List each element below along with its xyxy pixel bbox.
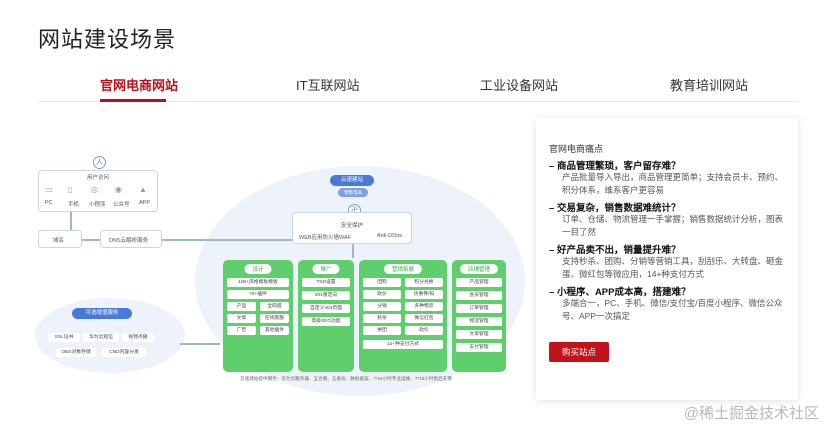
- official-account-icon: ◉: [115, 185, 122, 194]
- card-item: 产品管理: [456, 278, 502, 287]
- pain-point-desc: 多端合一，PC、手机、微信/支付宝/百度小程序、微信公众号、APP一次搞定: [562, 298, 783, 321]
- waf-label: WEB应用防火墙WAF: [299, 235, 352, 241]
- miniprogram-icon: ◎: [91, 185, 98, 194]
- dns-box: DNS云解析服务: [100, 230, 162, 248]
- user-access-title: 用户访问: [87, 175, 110, 181]
- security-title: 安全保护: [341, 223, 364, 229]
- card-item: 70+插件: [227, 290, 289, 299]
- connector-arrow: [180, 343, 220, 345]
- device-pc: PC: [45, 200, 53, 206]
- card-item: 产品: [227, 302, 256, 311]
- scene-tabs: 官网电商网站 IT互联网站 工业设备网站 教育培训网站: [38, 62, 798, 102]
- device-app: APP: [139, 200, 151, 206]
- pc-icon: ▭: [45, 185, 53, 194]
- card-item: 拼团: [363, 326, 401, 335]
- card-item: 秒杀: [363, 314, 401, 323]
- pain-points-panel: 官网电商痛点 – 商品管理繁琐，客户留存难？ 产品批量导入导出，商品管理更简单；…: [536, 118, 798, 400]
- pain-point-desc: 订单、仓储、物流管理一手掌握；销售数据统计分析，图表一目了然: [562, 214, 784, 237]
- card-item: 会员管理: [456, 291, 502, 300]
- card-item: 全码搭: [260, 302, 289, 311]
- pain-point-title: – 好产品卖不出，销量提升难？: [549, 245, 681, 256]
- store-card-head: 店铺管理: [459, 264, 499, 274]
- service-item: SSL证书: [48, 333, 80, 342]
- dns-label: DNS云解析服务: [109, 238, 149, 244]
- pain-point-title: – 交易复杂，销售数据难统计？: [549, 203, 681, 214]
- connector-arrow: [162, 239, 292, 241]
- card-item: 多种物流: [405, 302, 443, 311]
- design-card: 设计 100+风格模板模板 70+插件 产品 全码搭 文章 在线客服 广告 其他…: [223, 260, 293, 372]
- panel-title: 官网电商痛点: [549, 144, 604, 154]
- card-item: 砍价: [405, 326, 443, 335]
- service-item: OBS对象存储: [56, 348, 96, 357]
- user-icon: 人: [93, 156, 106, 169]
- service-item: CND内容分发: [102, 348, 146, 357]
- tab-it-internet[interactable]: IT互联网站: [296, 75, 360, 94]
- card-item: 微信红包: [405, 314, 443, 323]
- promotion-card-head: 推广: [312, 264, 340, 274]
- pain-point-title: – 商品管理繁琐，客户留存难？: [549, 161, 681, 172]
- card-item: 在线客服: [260, 314, 289, 323]
- watermark: @稀土掘金技术社区: [683, 405, 819, 422]
- service-item: 视频点播: [122, 333, 154, 342]
- domain-label: 域名: [53, 238, 65, 244]
- architecture-diagram: 人 用户访问 ▭ ▯ ◎ ◉ ▲ PC 手机 小程序 公众号 APP 域名 DN…: [30, 148, 535, 396]
- tab-ecommerce[interactable]: 官网电商网站: [100, 75, 178, 94]
- card-item: TKD设置: [302, 278, 350, 287]
- card-item: 订单管理: [456, 304, 502, 313]
- tab-education[interactable]: 教育培训网站: [670, 75, 748, 94]
- app-icon: ▲: [139, 185, 147, 194]
- card-item: 14+种支付方式: [363, 340, 443, 349]
- card-item: 其他插件: [260, 326, 289, 335]
- device-miniprogram: 小程序: [89, 202, 106, 208]
- promotion-card: 推广 TKD设置 301重定向 自定义404页面 高级SEO功能: [298, 260, 354, 372]
- tab-industrial[interactable]: 工业设备网站: [480, 75, 558, 94]
- security-box: 安全保护 WEB应用防火墙WAF Anti-DDos: [292, 212, 412, 244]
- design-card-head: 设计: [244, 264, 272, 274]
- buy-site-button[interactable]: 购买站点: [549, 342, 609, 362]
- device-official-account: 公众号: [113, 202, 130, 208]
- diagram-footer-note: 云速建站提供服务：华为云服务器、五合版、五备份、数据备案、7*24小时专业运维、…: [240, 376, 452, 381]
- connector-arrow: [70, 212, 72, 230]
- card-item: 301重定向: [302, 291, 350, 300]
- card-item: 团购: [363, 278, 401, 287]
- card-item: 文章管理: [456, 330, 502, 339]
- page-title: 网站建设场景: [38, 27, 177, 52]
- optional-services-pill: 可选增值服务: [72, 308, 132, 319]
- pain-point-title: – 小程序、APP成本高，搭建难？: [549, 287, 691, 298]
- card-item: 支付管理: [456, 343, 502, 352]
- marketing-card-head: 营销拓展: [383, 264, 423, 274]
- retail-pill: 零售电商: [338, 188, 368, 197]
- card-item: 100+风格模板模板: [227, 278, 289, 287]
- domain-box: 域名: [38, 230, 82, 248]
- card-item: 广告: [227, 326, 256, 335]
- active-tab-indicator: [100, 99, 166, 102]
- card-item: 分销: [363, 302, 401, 311]
- card-item: 积分兑换: [405, 278, 443, 287]
- marketing-card: 营销拓展 团购 积分兑换 砍价 优惠券/码 分销 多种物流 秒杀 微信红包 拼团…: [359, 260, 447, 372]
- device-phone: 手机: [68, 202, 80, 208]
- card-item: 物流管理: [456, 317, 502, 326]
- cloud-site-pill: 云速建站: [330, 175, 374, 186]
- card-item: 优惠券/码: [405, 290, 443, 299]
- service-item: 华为云短信: [83, 333, 119, 342]
- ddos-label: Anti-DDos: [377, 233, 403, 239]
- user-access-box: 用户访问 ▭ ▯ ◎ ◉ ▲ PC 手机 小程序 公众号 APP: [38, 170, 158, 212]
- connector-arrow: [352, 244, 354, 258]
- card-item: 高级SEO功能: [302, 317, 350, 326]
- store-card: 店铺管理 产品管理 会员管理 订单管理 物流管理 文章管理 支付管理: [452, 260, 506, 372]
- card-item: 自定义404页面: [302, 304, 350, 313]
- pain-point-desc: 产品批量导入导出，商品管理更简单；支持会员卡、预约、积分体系，维系客户更容易: [562, 172, 784, 195]
- card-item: 砍价: [363, 290, 401, 299]
- card-item: 文章: [227, 314, 256, 323]
- phone-icon: ▯: [68, 185, 73, 194]
- pain-point-desc: 支持秒杀、团购、分销等营销工具，刮刮乐、大转盘、砸金蛋、微红包等微应用，14+种…: [562, 256, 784, 279]
- connector-arrow: [82, 239, 100, 241]
